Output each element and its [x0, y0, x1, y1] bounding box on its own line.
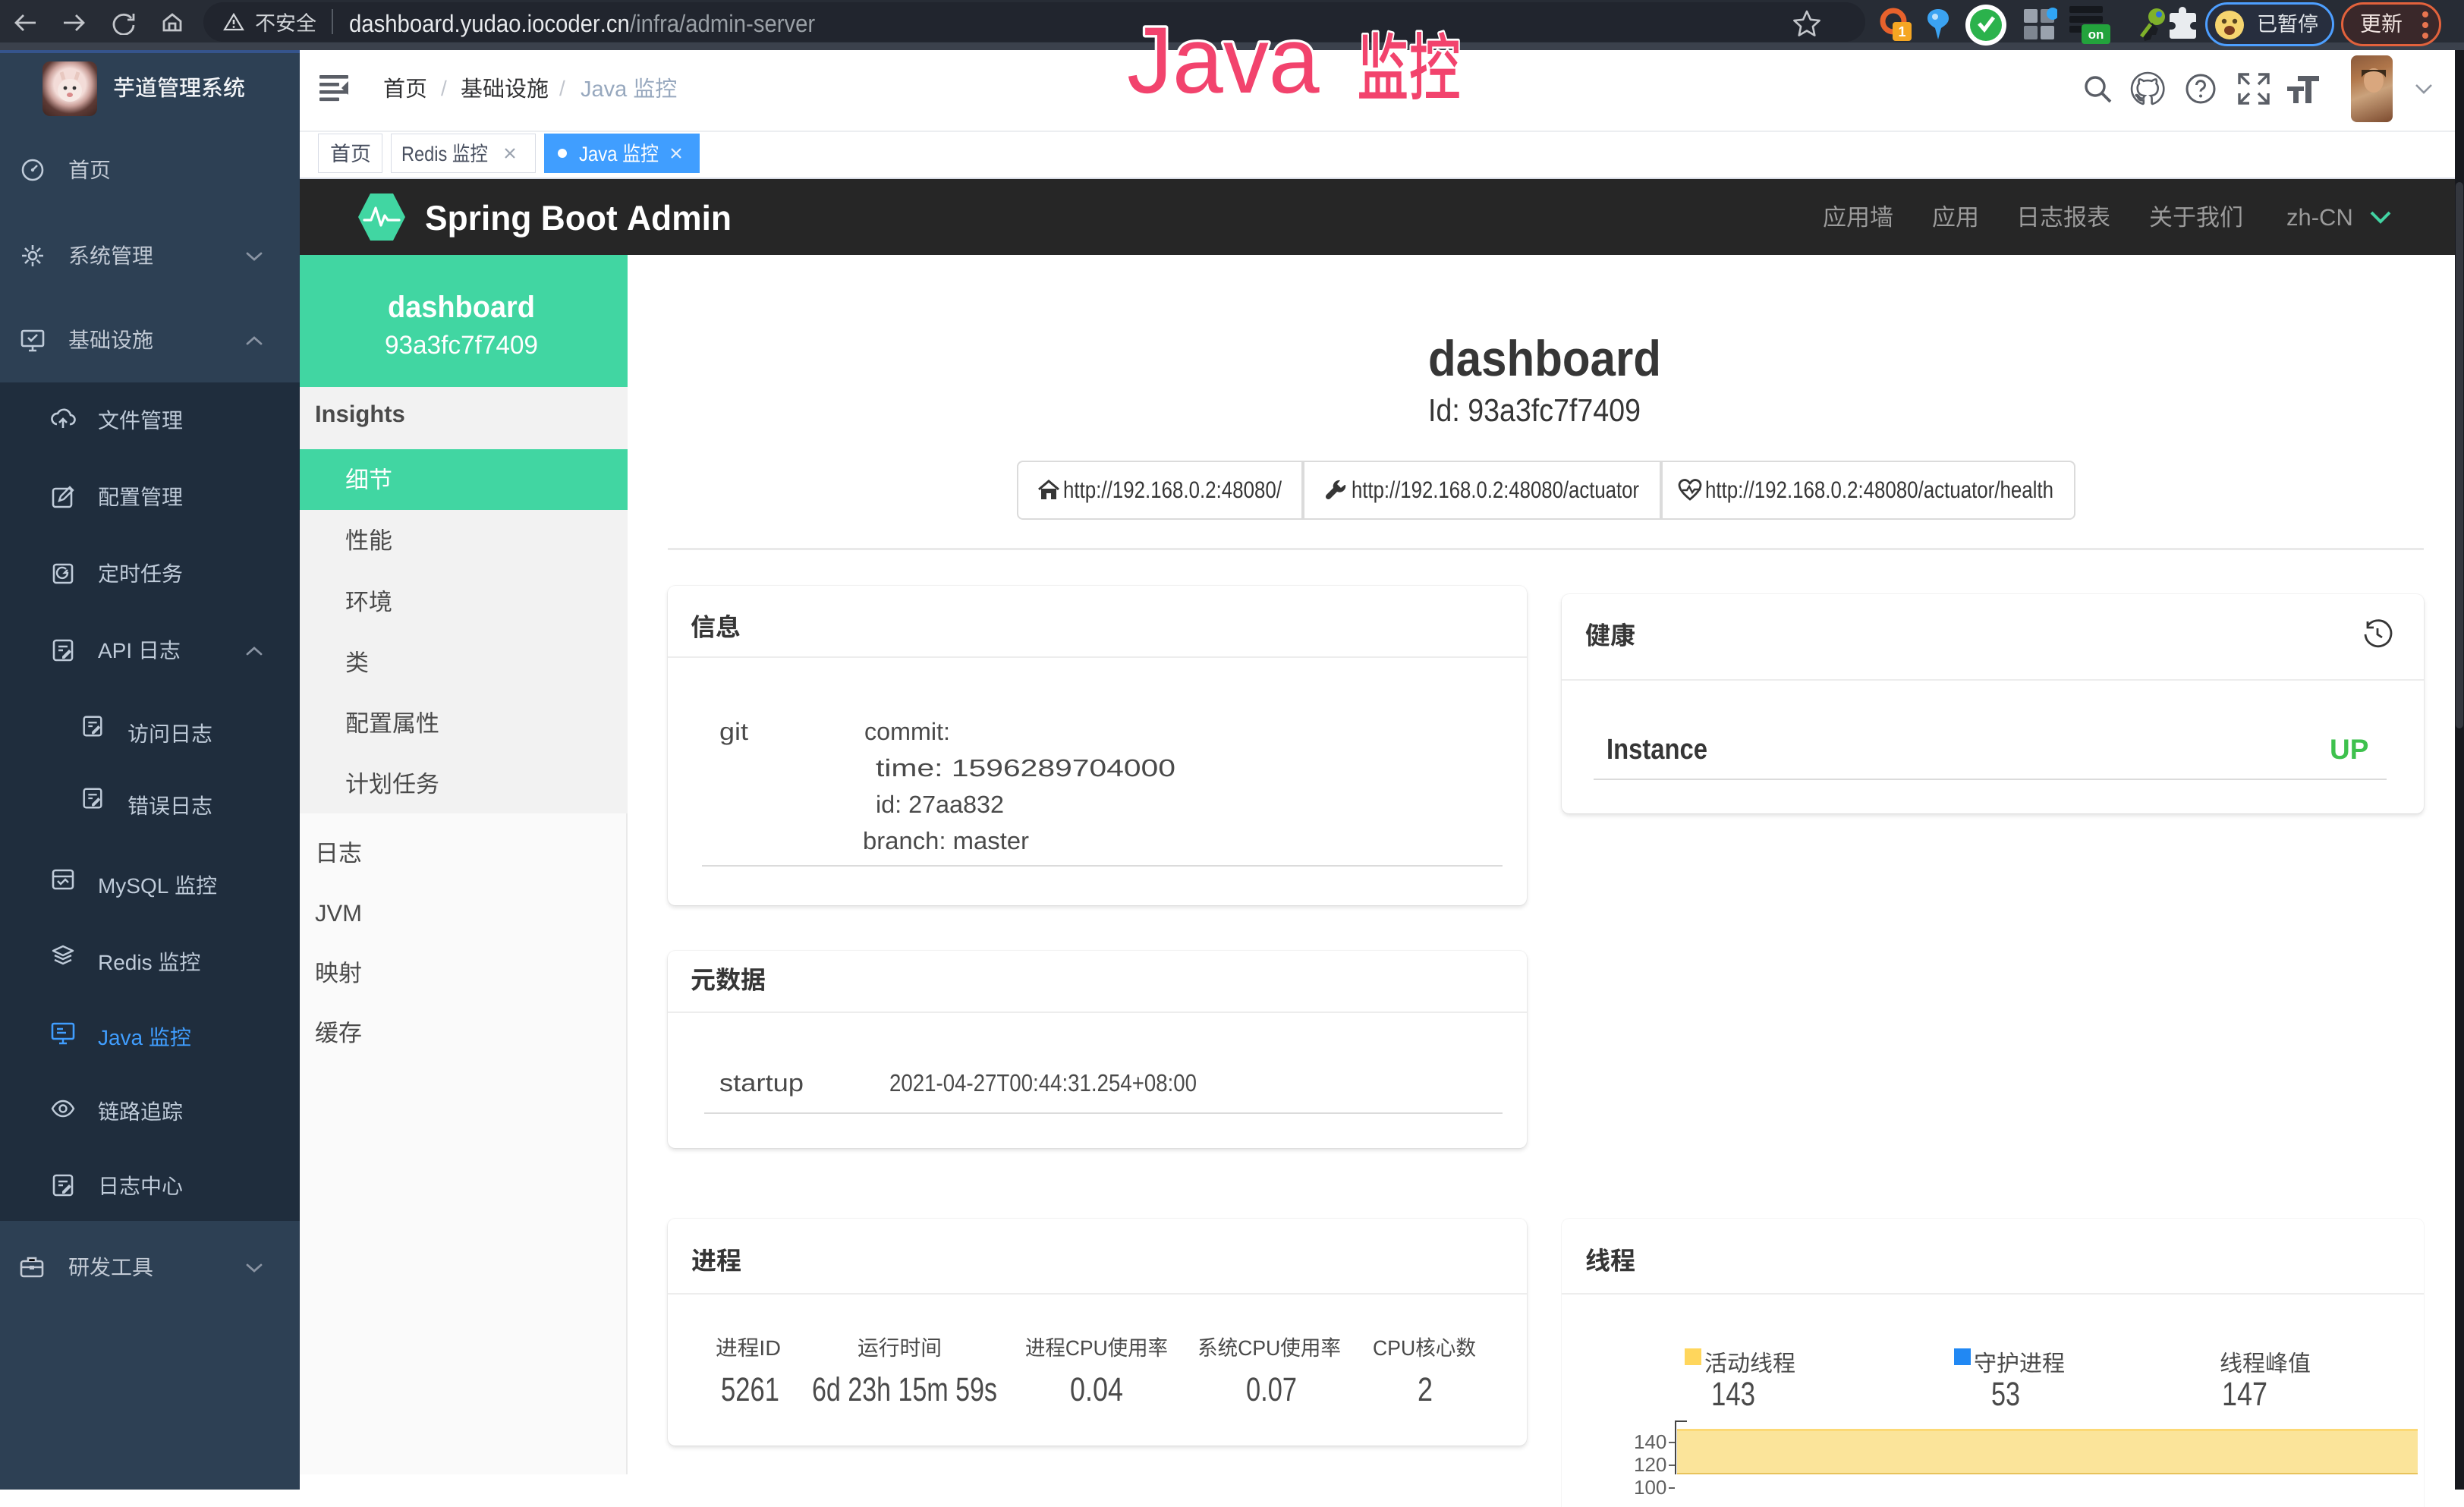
svg-text:1: 1 — [1898, 24, 1905, 39]
svg-text:on: on — [2088, 27, 2104, 42]
